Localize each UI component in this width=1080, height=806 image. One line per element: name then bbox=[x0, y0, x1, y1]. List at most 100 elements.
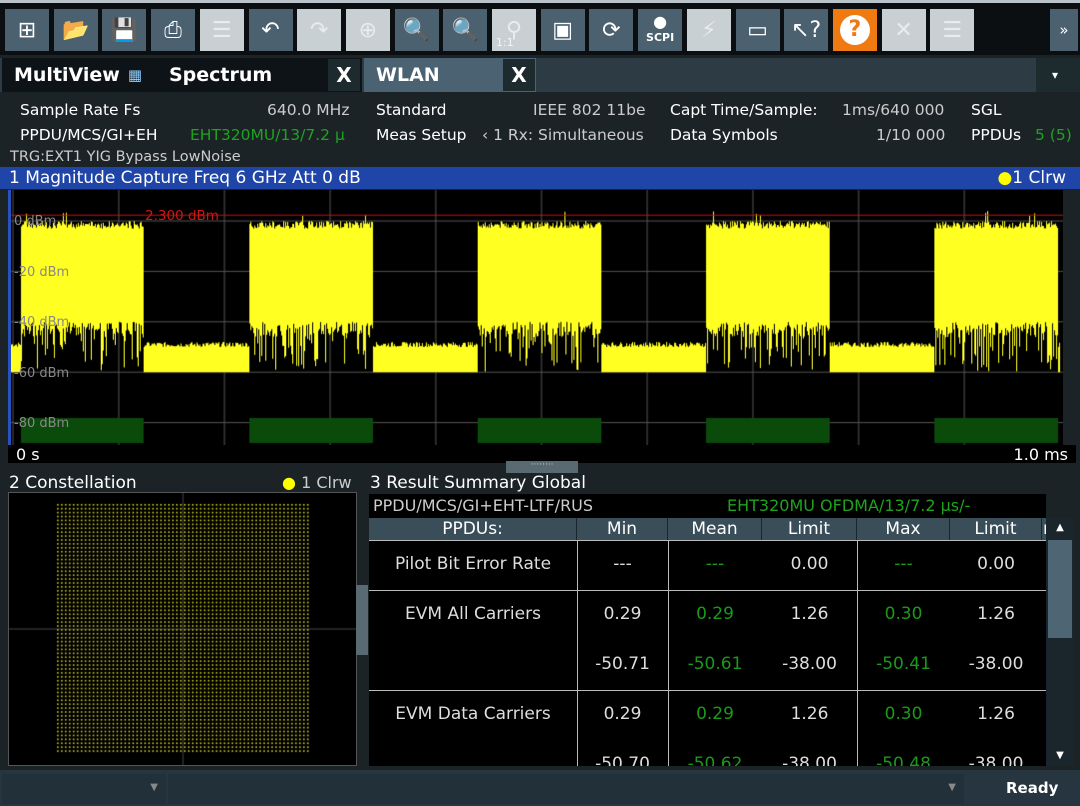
tab-label: MultiView bbox=[14, 64, 120, 86]
multi-zoom-icon[interactable]: 🔍 bbox=[443, 9, 488, 51]
table-cell: -50.71 bbox=[595, 654, 650, 674]
tab-bar: MultiView ▦ Spectrum X WLAN X ▾ bbox=[0, 58, 1080, 92]
sample-rate-label: Sample Rate Fs bbox=[20, 101, 141, 119]
table-cell: 1.26 bbox=[790, 704, 829, 724]
vertical-resize-handle[interactable] bbox=[356, 585, 368, 655]
scroll-down-arrow-icon[interactable]: ▼ bbox=[1046, 746, 1074, 766]
toolbar: ⊞ 📂 💾 ⎙ ☰ ↶ ↷ ⊕ 🔍 🔍 ⚲ 1:1 ▣ ⟳ ● SCPI ⚡ ▭ ↖?? ✕ ☰» bbox=[0, 0, 1080, 55]
meas-setup-label: Meas Setup bbox=[376, 126, 467, 144]
tab-label: Spectrum bbox=[169, 64, 273, 86]
ppdu-value: EHT320MU/13/7.2 µ bbox=[190, 126, 345, 144]
scroll-up-arrow-icon[interactable]: ▲ bbox=[1046, 518, 1074, 538]
capt-time-value: 1ms/640 000 bbox=[842, 101, 945, 119]
column-header[interactable]: Min bbox=[577, 518, 668, 540]
ppdu-summary-label: PPDU/MCS/GI+EHT-LTF/RUS bbox=[373, 496, 594, 515]
ppdus-label: PPDUs bbox=[971, 126, 1022, 144]
table-cell: -38.00 bbox=[968, 754, 1024, 766]
add-window-icon[interactable]: ✕ bbox=[881, 9, 926, 51]
tab-multiview[interactable]: MultiView ▦ bbox=[2, 58, 157, 92]
table-cell: -50.61 bbox=[687, 654, 743, 674]
undo-icon[interactable]: ↶ bbox=[248, 9, 293, 51]
trace-indicator: ●1 Clrw bbox=[997, 167, 1066, 189]
capt-time-label: Capt Time/Sample: bbox=[670, 101, 818, 119]
table-cell: 1.26 bbox=[790, 604, 829, 624]
multiview-grid-icon: ▦ bbox=[127, 66, 143, 84]
fullscreen-icon[interactable]: ▣ bbox=[540, 9, 585, 51]
table-scrollbar[interactable]: ▲ ▼ bbox=[1046, 518, 1074, 766]
table-cell: 1.26 bbox=[977, 604, 1015, 624]
list-icon[interactable]: ☰ bbox=[199, 9, 244, 51]
constellation-trace-indicator: ● 1 Clrw bbox=[282, 473, 352, 492]
panel-resize-handle[interactable]: ········ bbox=[506, 461, 578, 473]
column-header[interactable]: Max bbox=[857, 518, 950, 540]
zoom-add-icon[interactable]: ⊕ bbox=[345, 9, 390, 51]
windows-icon[interactable]: ⊞ bbox=[5, 9, 49, 51]
refresh-sync-icon[interactable]: ⟳ bbox=[589, 9, 634, 51]
redo-icon[interactable]: ↷ bbox=[297, 9, 342, 51]
column-header[interactable]: Limit bbox=[950, 518, 1042, 540]
column-header[interactable]: Mean bbox=[668, 518, 762, 540]
table-cell: 1.26 bbox=[977, 704, 1015, 724]
help-pointer-icon[interactable]: ↖? bbox=[784, 9, 829, 51]
column-header[interactable]: Limit bbox=[762, 518, 857, 540]
close-wlan-tab-icon[interactable]: X bbox=[503, 59, 535, 91]
zoom-1to1-label: 1:1 bbox=[496, 36, 514, 49]
table-cell: 0.00 bbox=[977, 554, 1015, 574]
panel-title: 1 Magnitude Capture Freq 6 GHz Att 0 dB bbox=[9, 168, 361, 188]
table-cell: --- bbox=[613, 554, 632, 574]
scpi-label: SCPI bbox=[646, 31, 675, 44]
scrollbar-thumb[interactable] bbox=[1048, 540, 1072, 638]
row-label: EVM All Carriers bbox=[405, 604, 541, 624]
table-cell: 0.30 bbox=[884, 604, 923, 624]
table-cell: -38.00 bbox=[782, 654, 837, 674]
status-field-1[interactable]: ▼ bbox=[2, 774, 166, 804]
constellation-diagram[interactable] bbox=[8, 492, 357, 766]
trace-dot-icon: ● bbox=[282, 473, 296, 492]
table-cell: -50.62 bbox=[687, 754, 743, 766]
column-header[interactable]: PPDUs: bbox=[369, 518, 577, 540]
add-list-icon[interactable]: ☰ bbox=[930, 9, 975, 51]
constellation-title: 2 Constellation bbox=[9, 473, 137, 493]
status-bar: ▼ ▼ Ready bbox=[0, 770, 1080, 806]
standard-label: Standard bbox=[376, 101, 447, 119]
meas-setup-value: ‹ 1 Rx: Simultaneous bbox=[482, 126, 644, 144]
zoom-1to1-icon[interactable]: ⚲ 1:1 bbox=[492, 9, 536, 51]
help-icon[interactable]: ? bbox=[832, 9, 877, 51]
magnitude-capture-plot[interactable] bbox=[8, 190, 1063, 445]
table-cell: --- bbox=[705, 554, 725, 574]
dropdown-arrow-icon: ▼ bbox=[150, 782, 158, 793]
table-cell: -50.48 bbox=[876, 754, 931, 766]
trace-dot-icon: ● bbox=[997, 168, 1013, 188]
data-symbols-value: 1/10 000 bbox=[876, 126, 946, 144]
tabs-menu-button[interactable]: ▾ bbox=[1036, 58, 1080, 92]
status-ready: Ready bbox=[1006, 779, 1059, 797]
tab-label: WLAN bbox=[376, 64, 440, 86]
sgl-indicator: SGL bbox=[971, 101, 1002, 119]
trace-label: 1 Clrw bbox=[301, 473, 352, 492]
zoom-icon[interactable]: 🔍 bbox=[394, 9, 439, 51]
table-cell: -50.41 bbox=[876, 654, 931, 674]
save-icon[interactable]: 💾 bbox=[102, 9, 147, 51]
scpi-record-icon[interactable]: ● SCPI bbox=[638, 9, 683, 51]
print-icon[interactable]: ⎙ bbox=[151, 9, 196, 51]
magnitude-capture-title-bar[interactable]: 1 Magnitude Capture Freq 6 GHz Att 0 dB … bbox=[0, 167, 1080, 189]
x-start-label: 0 s bbox=[16, 445, 40, 464]
result-summary-table: PPDUs:MinMeanLimitMaxLimitrPilot Bit Err… bbox=[369, 518, 1046, 766]
table-cell: -38.00 bbox=[968, 654, 1024, 674]
table-cell: -50.70 bbox=[595, 754, 650, 766]
row-label: Pilot Bit Error Rate bbox=[394, 554, 552, 574]
close-spectrum-tab-icon[interactable]: X bbox=[328, 59, 360, 91]
trigger-info: TRG:EXT1 YIG Bypass LowNoise bbox=[10, 149, 241, 165]
table-cell: 0.30 bbox=[884, 704, 923, 724]
ppdus-value: 5 (5) bbox=[1035, 126, 1072, 144]
open-folder-icon[interactable]: 📂 bbox=[53, 9, 98, 51]
table-cell: 0.00 bbox=[790, 554, 829, 574]
sequencer-icon[interactable]: ⚡ bbox=[686, 9, 731, 51]
table-cell: -38.00 bbox=[782, 754, 837, 766]
window-play-icon[interactable]: ▭ bbox=[735, 9, 780, 51]
table-cell: 0.29 bbox=[603, 604, 642, 624]
more-icon[interactable]: » bbox=[1050, 9, 1078, 51]
ppdu-label: PPDU/MCS/GI+EH bbox=[20, 126, 158, 144]
status-message-field[interactable]: ▼ bbox=[168, 774, 964, 804]
standard-value: IEEE 802 11be bbox=[533, 101, 646, 119]
